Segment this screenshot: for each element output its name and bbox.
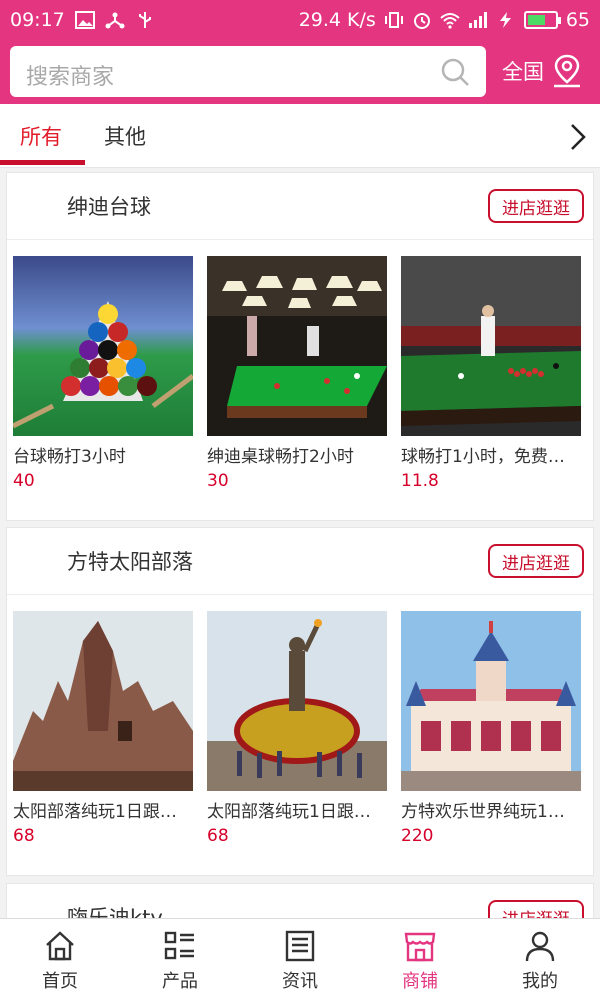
store-header: 嗨乐迪ktv 进店逛逛 [7, 884, 593, 918]
share-icon [105, 12, 125, 29]
product-name: 球畅打1小时，免费… [401, 447, 565, 467]
grid-list-icon [164, 931, 194, 960]
product-image [13, 256, 193, 436]
product-item[interactable]: 太阳部落纯玩1日跟… 68 [13, 611, 193, 846]
product-row: 台球畅打3小时 40 绅迪桌球畅打2小时 30 球畅打1小时，免费… 11.8 [7, 240, 593, 520]
product-name: 太阳部落纯玩1日跟… [13, 802, 177, 822]
product-price: 30 [207, 471, 229, 491]
nav-home[interactable]: 首页 [0, 919, 120, 1000]
wifi-icon [440, 13, 460, 29]
charging-icon [499, 12, 511, 28]
user-icon [525, 931, 555, 962]
product-price: 40 [13, 471, 35, 491]
nav-products[interactable]: 产品 [120, 919, 240, 1000]
product-name: 方特欢乐世界纯玩1… [401, 802, 565, 822]
product-price: 68 [207, 826, 229, 846]
location-pin-icon [554, 54, 580, 88]
tab-all-label: 所有 [20, 125, 62, 149]
store-icon [404, 932, 436, 962]
battery-level: 65 [565, 9, 590, 31]
nav-home-label: 首页 [42, 971, 78, 992]
nav-stores[interactable]: 商铺 [360, 919, 480, 1000]
product-item[interactable]: 台球畅打3小时 40 [13, 256, 193, 491]
store-card: 方特太阳部落 进店逛逛 太阳部落纯玩1日跟… 68 太阳部落纯玩1日跟… 68 … [6, 527, 594, 876]
tab-other[interactable]: 其他 [104, 104, 146, 168]
product-image [13, 611, 193, 791]
store-card: 嗨乐迪ktv 进店逛逛 [6, 883, 594, 918]
search-placeholder: 搜索商家 [26, 65, 115, 90]
visit-store-button[interactable]: 进店逛逛 [488, 900, 584, 918]
category-tabs: 所有 其他 [0, 104, 600, 168]
visit-store-button[interactable]: 进店逛逛 [488, 544, 584, 578]
nav-news-label: 资讯 [282, 971, 318, 992]
store-card: 绅迪台球 进店逛逛 台球畅打3小时 40 绅迪桌球畅打2小时 30 球畅打1小时… [6, 172, 594, 521]
search-header: 搜索商家 全国 [0, 40, 600, 104]
nav-mine-label: 我的 [522, 971, 558, 992]
news-icon [285, 930, 315, 962]
signal-icon [468, 12, 487, 28]
store-header: 绅迪台球 进店逛逛 [7, 173, 593, 240]
store-list: 绅迪台球 进店逛逛 台球畅打3小时 40 绅迪桌球畅打2小时 30 球畅打1小时… [0, 170, 600, 918]
usb-icon [138, 12, 151, 28]
bottom-nav: 首页 产品 资讯 商铺 我的 [0, 918, 600, 1000]
product-row: 太阳部落纯玩1日跟… 68 太阳部落纯玩1日跟… 68 方特欢乐世界纯玩1… 2… [7, 595, 593, 875]
vibrate-icon [384, 12, 403, 28]
product-item[interactable]: 太阳部落纯玩1日跟… 68 [207, 611, 387, 846]
product-image [401, 256, 581, 436]
alarm-icon [413, 13, 430, 29]
product-item[interactable]: 方特欢乐世界纯玩1… 220 [401, 611, 581, 846]
product-image [207, 256, 387, 436]
search-input[interactable]: 搜索商家 [10, 46, 486, 97]
tab-active-indicator [0, 160, 85, 165]
product-item[interactable]: 球畅打1小时，免费… 11.8 [401, 256, 581, 491]
chevron-right-icon[interactable] [568, 122, 588, 152]
product-price: 11.8 [401, 471, 439, 491]
nav-products-label: 产品 [162, 971, 198, 992]
network-speed: 29.4 K/s [298, 9, 376, 31]
product-image [401, 611, 581, 791]
product-name: 绅迪桌球畅打2小时 [207, 447, 354, 467]
nav-mine[interactable]: 我的 [480, 919, 600, 1000]
product-name: 太阳部落纯玩1日跟… [207, 802, 371, 822]
image-icon [74, 11, 95, 29]
product-price: 68 [13, 826, 35, 846]
store-header: 方特太阳部落 进店逛逛 [7, 528, 593, 595]
region-selector[interactable]: 全国 [502, 54, 582, 88]
status-bar: 09:17 29.4 K/s 65 [0, 0, 600, 40]
status-time: 09:17 [10, 9, 65, 31]
tab-all[interactable]: 所有 [20, 104, 62, 168]
product-item[interactable]: 绅迪桌球畅打2小时 30 [207, 256, 387, 491]
product-image [207, 611, 387, 791]
nav-news[interactable]: 资讯 [240, 919, 360, 1000]
store-name: 嗨乐迪ktv [67, 906, 163, 918]
home-icon [46, 931, 74, 961]
visit-store-button[interactable]: 进店逛逛 [488, 189, 584, 223]
product-name: 台球畅打3小时 [13, 447, 126, 467]
store-name: 绅迪台球 [67, 195, 151, 219]
battery-icon [523, 11, 561, 29]
product-price: 220 [401, 826, 434, 846]
tab-other-label: 其他 [104, 125, 146, 149]
nav-stores-label: 商铺 [402, 971, 438, 992]
search-icon[interactable] [440, 57, 470, 87]
region-label: 全国 [502, 60, 544, 84]
store-name: 方特太阳部落 [67, 550, 193, 574]
